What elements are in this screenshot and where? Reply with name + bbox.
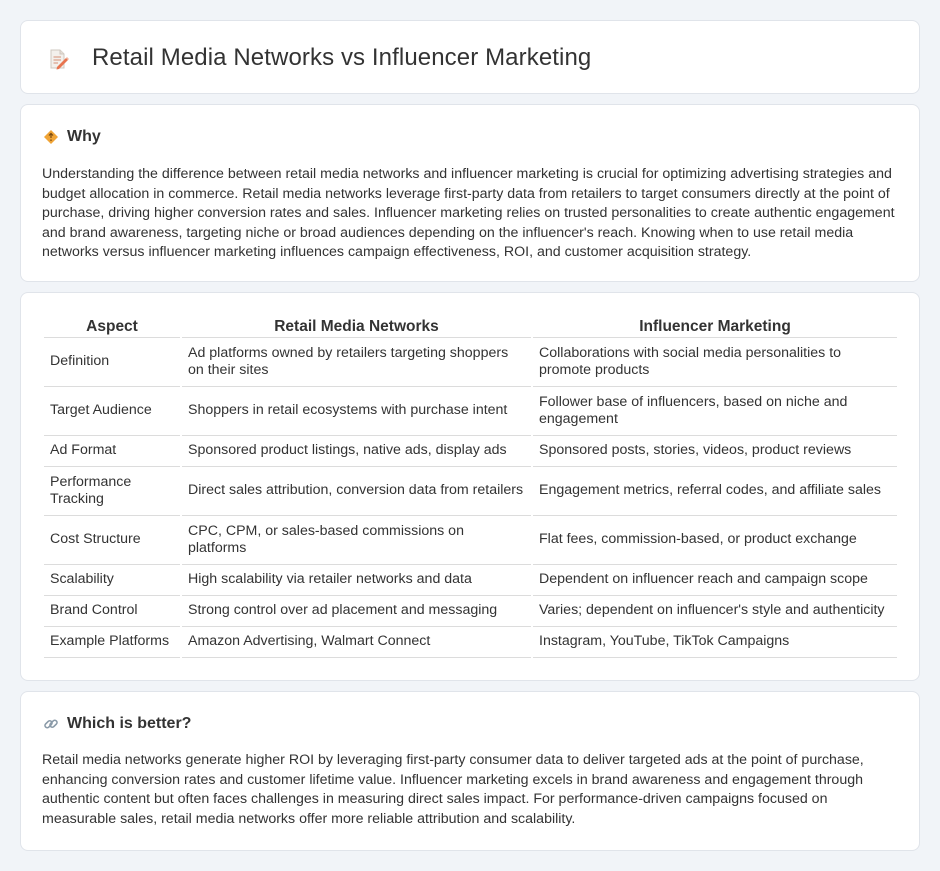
retail-media-cell: Strong control over ad placement and mes…: [182, 596, 531, 627]
table-header-row: Aspect Retail Media Networks Influencer …: [44, 314, 897, 338]
influencer-cell: Engagement metrics, referral codes, and …: [533, 467, 897, 516]
aspect-cell: Cost Structure: [44, 516, 180, 565]
column-header-influencer: Influencer Marketing: [533, 314, 897, 338]
retail-media-cell: Amazon Advertising, Walmart Connect: [182, 627, 531, 658]
retail-media-cell: Direct sales attribution, conversion dat…: [182, 467, 531, 516]
table-row: Scalability High scalability via retaile…: [44, 565, 897, 596]
which-is-better-section: Which is better? Retail media networks g…: [20, 691, 920, 851]
aspect-cell: Example Platforms: [44, 627, 180, 658]
aspect-cell: Performance Tracking: [44, 467, 180, 516]
column-header-aspect: Aspect: [44, 314, 180, 338]
table-row: Cost Structure CPC, CPM, or sales-based …: [44, 516, 897, 565]
table-row: Ad Format Sponsored product listings, na…: [44, 436, 897, 467]
aspect-cell: Brand Control: [44, 596, 180, 627]
why-heading-row: Why: [43, 127, 101, 147]
influencer-cell: Dependent on influencer reach and campai…: [533, 565, 897, 596]
header-card: Retail Media Networks vs Influencer Mark…: [20, 20, 920, 94]
why-heading: Why: [67, 128, 101, 145]
influencer-cell: Follower base of influencers, based on n…: [533, 387, 897, 436]
influencer-cell: Instagram, YouTube, TikTok Campaigns: [533, 627, 897, 658]
influencer-cell: Collaborations with social media persona…: [533, 338, 897, 387]
why-text: Understanding the difference between ret…: [42, 166, 895, 260]
retail-media-cell: High scalability via retailer networks a…: [182, 565, 531, 596]
retail-media-cell: Sponsored product listings, native ads, …: [182, 436, 531, 467]
comparison-table: Aspect Retail Media Networks Influencer …: [42, 314, 899, 658]
better-heading: Which is better?: [67, 715, 192, 732]
table-row: Definition Ad platforms owned by retaile…: [44, 338, 897, 387]
better-heading-row: Which is better?: [43, 714, 191, 734]
document-pencil-icon: [47, 48, 69, 70]
influencer-cell: Varies; dependent on influencer's style …: [533, 596, 897, 627]
retail-media-cell: Ad platforms owned by retailers targetin…: [182, 338, 531, 387]
comparison-section: Aspect Retail Media Networks Influencer …: [20, 292, 920, 681]
column-header-retail-media: Retail Media Networks: [182, 314, 531, 338]
retail-media-cell: CPC, CPM, or sales-based commissions on …: [182, 516, 531, 565]
influencer-cell: Flat fees, commission-based, or product …: [533, 516, 897, 565]
page-title: Retail Media Networks vs Influencer Mark…: [92, 44, 592, 71]
influencer-cell: Sponsored posts, stories, videos, produc…: [533, 436, 897, 467]
table-row: Brand Control Strong control over ad pla…: [44, 596, 897, 627]
table-row: Performance Tracking Direct sales attrib…: [44, 467, 897, 516]
link-icon: [43, 716, 59, 732]
table-row: Target Audience Shoppers in retail ecosy…: [44, 387, 897, 436]
aspect-cell: Ad Format: [44, 436, 180, 467]
aspect-cell: Target Audience: [44, 387, 180, 436]
aspect-cell: Scalability: [44, 565, 180, 596]
diamond-sign-icon: [43, 129, 59, 145]
retail-media-cell: Shoppers in retail ecosystems with purch…: [182, 387, 531, 436]
better-text: Retail media networks generate higher RO…: [42, 752, 864, 827]
why-section: Why Understanding the difference between…: [20, 104, 920, 282]
table-row: Example Platforms Amazon Advertising, Wa…: [44, 627, 897, 658]
aspect-cell: Definition: [44, 338, 180, 387]
